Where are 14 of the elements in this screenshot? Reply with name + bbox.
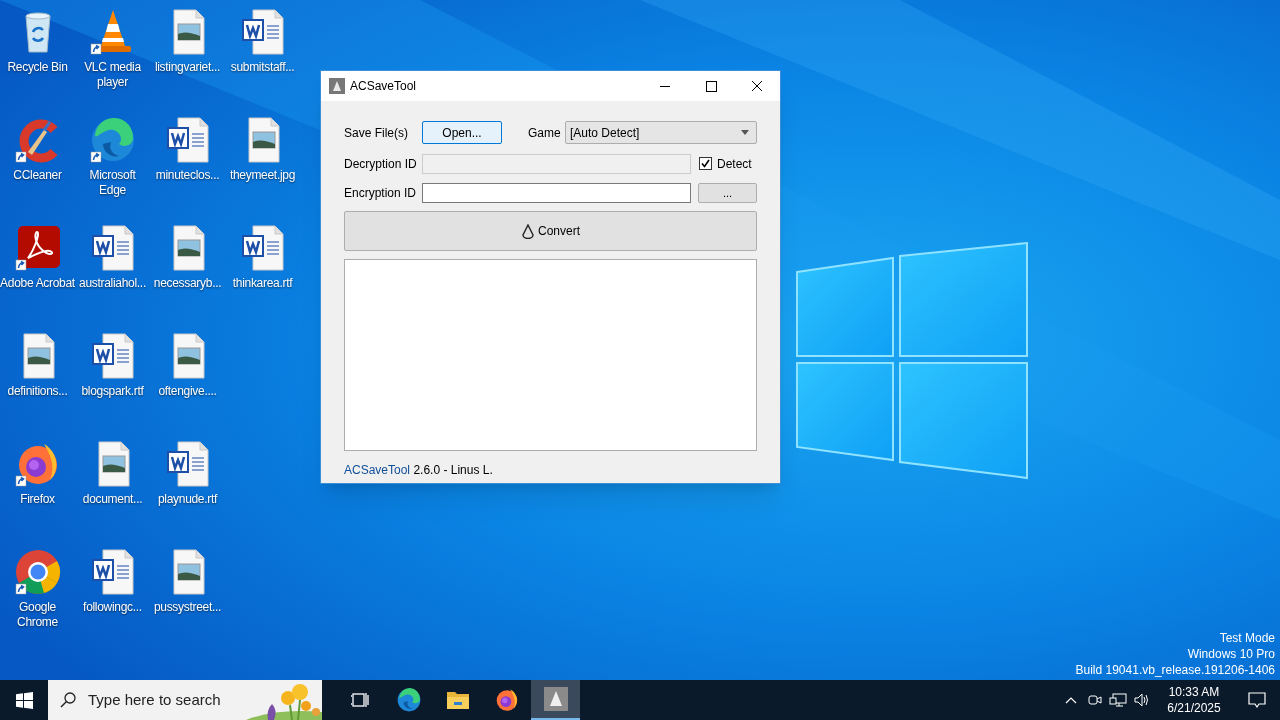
speech-bubble-icon (1247, 691, 1267, 709)
search-box[interactable]: Type here to search (48, 680, 322, 720)
acsavetool-taskbar-button[interactable] (531, 680, 580, 720)
camera-icon (1086, 692, 1102, 708)
folder-icon (445, 689, 470, 711)
windows-logo-icon (15, 691, 33, 709)
clock[interactable]: 10:33 AM 6/21/2025 (1154, 680, 1234, 720)
app-icon (543, 687, 568, 711)
chevron-up-icon (1065, 696, 1077, 704)
edge-icon (395, 687, 422, 713)
task-view-icon (349, 690, 370, 710)
network-icon (1109, 692, 1127, 708)
volume-icon (1133, 692, 1151, 708)
search-icon (60, 692, 76, 708)
